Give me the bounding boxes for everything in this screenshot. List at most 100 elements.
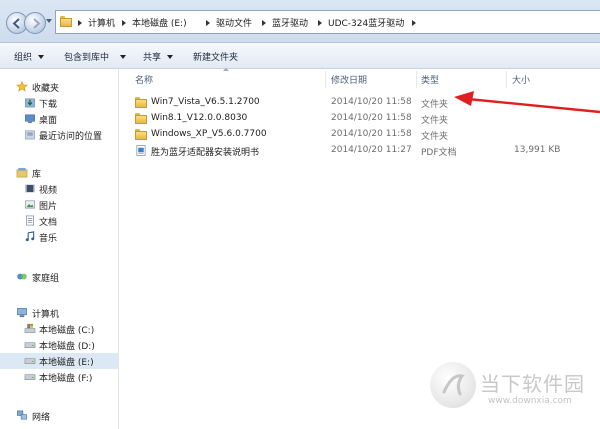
nav-computer[interactable]: 计算机 xyxy=(0,305,118,321)
folder-icon xyxy=(135,113,147,124)
file-name: Windows_XP_V5.6.0.7700 xyxy=(151,129,267,139)
breadcrumb-separator-icon[interactable] xyxy=(412,20,416,26)
watermark-logo-icon xyxy=(430,362,476,408)
column-header-modified[interactable]: 修改日期 xyxy=(331,73,367,86)
nav-drive-c[interactable]: 本地磁盘 (C:) xyxy=(0,321,118,337)
file-row[interactable]: 胜为蓝牙适配器安装说明书 2014/10/20 11:27 PDF文档 13,9… xyxy=(119,143,579,159)
address-bar-area: 计算机 本地磁盘 (E:) 驱动文件 蓝牙驱动 UDC-324蓝牙驱动 xyxy=(0,0,600,43)
annotation-arrow-icon xyxy=(454,91,600,114)
breadcrumb-separator-icon[interactable] xyxy=(122,20,126,26)
drive-icon xyxy=(24,342,36,348)
nav-network-label: 网络 xyxy=(32,413,51,423)
folder-icon xyxy=(135,129,147,140)
share-dropdown-icon xyxy=(167,55,173,59)
nav-downloads[interactable]: 下载 xyxy=(0,95,118,111)
star-icon xyxy=(16,81,28,92)
watermark-text: 当下软件园 xyxy=(480,372,585,396)
nav-homegroup[interactable]: 家庭组 xyxy=(0,269,118,285)
watermark: 当下软件园 www.downxia.com xyxy=(430,362,600,429)
file-date: 2014/10/20 11:27 xyxy=(331,145,412,155)
drive-icon xyxy=(24,374,36,380)
nav-pictures[interactable]: 图片 xyxy=(0,197,118,213)
organize-dropdown-icon xyxy=(38,55,44,59)
file-date: 2014/10/20 11:58 xyxy=(331,113,412,123)
breadcrumb-separator-icon[interactable] xyxy=(318,20,322,26)
file-date: 2014/10/20 11:58 xyxy=(331,97,412,107)
library-icon xyxy=(16,167,28,178)
file-size: 13,991 KB xyxy=(514,145,561,155)
file-name: Win7_Vista_V6.5.1.2700 xyxy=(151,97,260,107)
breadcrumb-drive-e[interactable]: 本地磁盘 (E:) xyxy=(132,16,187,29)
breadcrumb-separator-icon[interactable] xyxy=(206,20,210,26)
forward-arrow-icon xyxy=(33,18,41,29)
homegroup-icon xyxy=(17,273,27,280)
file-name: Win8.1_V12.0.0.8030 xyxy=(151,113,248,123)
document-icon xyxy=(26,215,34,226)
drive-icon xyxy=(24,358,36,364)
breadcrumb-computer[interactable]: 计算机 xyxy=(88,16,115,29)
nav-favorites[interactable]: 收藏夹 xyxy=(0,79,118,95)
network-icon xyxy=(17,410,27,420)
nav-drive-f-label: 本地磁盘 (F:) xyxy=(39,374,93,384)
folder-icon xyxy=(60,16,72,27)
share-button[interactable]: 共享 xyxy=(143,50,161,63)
column-separator[interactable] xyxy=(416,71,417,88)
new-folder-button[interactable]: 新建文件夹 xyxy=(193,50,238,63)
nav-homegroup-label: 家庭组 xyxy=(32,274,60,284)
nav-network[interactable]: 网络 xyxy=(0,408,118,424)
nav-desktop[interactable]: 桌面 xyxy=(0,111,118,127)
video-icon xyxy=(25,184,35,193)
desktop-icon xyxy=(25,114,35,124)
column-header-name[interactable]: 名称 xyxy=(135,73,153,86)
nav-libraries[interactable]: 库 xyxy=(0,165,118,181)
picture-icon xyxy=(25,200,35,209)
navigation-pane: 收藏夹 下载 桌面 最近访问的位置 库 视频 图片 文档 音乐 家庭组 计算机 xyxy=(0,69,119,429)
file-row[interactable]: Windows_XP_V5.6.0.7700 2014/10/20 11:58 … xyxy=(119,127,579,143)
nav-recent-label: 最近访问的位置 xyxy=(39,132,103,142)
nav-drive-c-label: 本地磁盘 (C:) xyxy=(39,326,95,336)
include-dropdown-icon xyxy=(120,55,126,59)
nav-recent-places[interactable]: 最近访问的位置 xyxy=(0,127,118,143)
breadcrumb-separator-icon[interactable] xyxy=(262,20,266,26)
computer-icon xyxy=(17,308,27,318)
column-separator[interactable] xyxy=(325,71,326,88)
nav-videos-label: 视频 xyxy=(39,186,58,196)
file-type: PDF文档 xyxy=(421,148,457,158)
forward-button[interactable] xyxy=(24,12,46,34)
include-in-library-button[interactable]: 包含到库中 xyxy=(64,50,109,63)
nav-drive-d[interactable]: 本地磁盘 (D:) xyxy=(0,337,118,353)
nav-music[interactable]: 音乐 xyxy=(0,229,118,245)
command-bar: 组织 包含到库中 共享 新建文件夹 xyxy=(0,43,600,69)
folder-icon xyxy=(135,97,147,108)
file-date: 2014/10/20 11:58 xyxy=(331,129,412,139)
breadcrumb-separator-icon[interactable] xyxy=(78,20,82,26)
nav-documents-label: 文档 xyxy=(39,218,58,228)
nav-libraries-label: 库 xyxy=(32,170,42,180)
breadcrumb-bluetooth-driver[interactable]: 蓝牙驱动 xyxy=(272,16,308,29)
music-icon xyxy=(25,231,35,242)
nav-desktop-label: 桌面 xyxy=(39,116,58,126)
nav-drive-d-label: 本地磁盘 (D:) xyxy=(39,342,95,352)
nav-favorites-label: 收藏夹 xyxy=(32,84,60,94)
nav-downloads-label: 下载 xyxy=(39,100,58,110)
back-arrow-icon xyxy=(12,18,20,29)
recent-pages-dropdown[interactable] xyxy=(46,19,52,23)
breadcrumb-udc-324[interactable]: UDC-324蓝牙驱动 xyxy=(328,16,404,29)
nav-computer-label: 计算机 xyxy=(32,310,60,320)
breadcrumb-driver-files[interactable]: 驱动文件 xyxy=(216,16,252,29)
organize-button[interactable]: 组织 xyxy=(14,50,32,63)
file-type: 文件夹 xyxy=(421,132,449,142)
address-box[interactable]: 计算机 本地磁盘 (E:) 驱动文件 蓝牙驱动 UDC-324蓝牙驱动 xyxy=(55,10,600,34)
nav-pictures-label: 图片 xyxy=(39,202,58,212)
watermark-url: www.downxia.com xyxy=(488,396,572,406)
nav-drive-e-label: 本地磁盘 (E:) xyxy=(39,358,94,368)
nav-drive-e[interactable]: 本地磁盘 (E:) xyxy=(0,353,118,369)
column-header-type[interactable]: 类型 xyxy=(421,73,439,86)
nav-documents[interactable]: 文档 xyxy=(0,213,118,229)
nav-music-label: 音乐 xyxy=(39,234,58,244)
recent-places-icon xyxy=(25,130,35,140)
windows-drive-icon xyxy=(24,323,36,333)
nav-drive-f[interactable]: 本地磁盘 (F:) xyxy=(0,369,118,385)
file-name: 胜为蓝牙适配器安装说明书 xyxy=(151,148,260,158)
nav-videos[interactable]: 视频 xyxy=(0,181,118,197)
